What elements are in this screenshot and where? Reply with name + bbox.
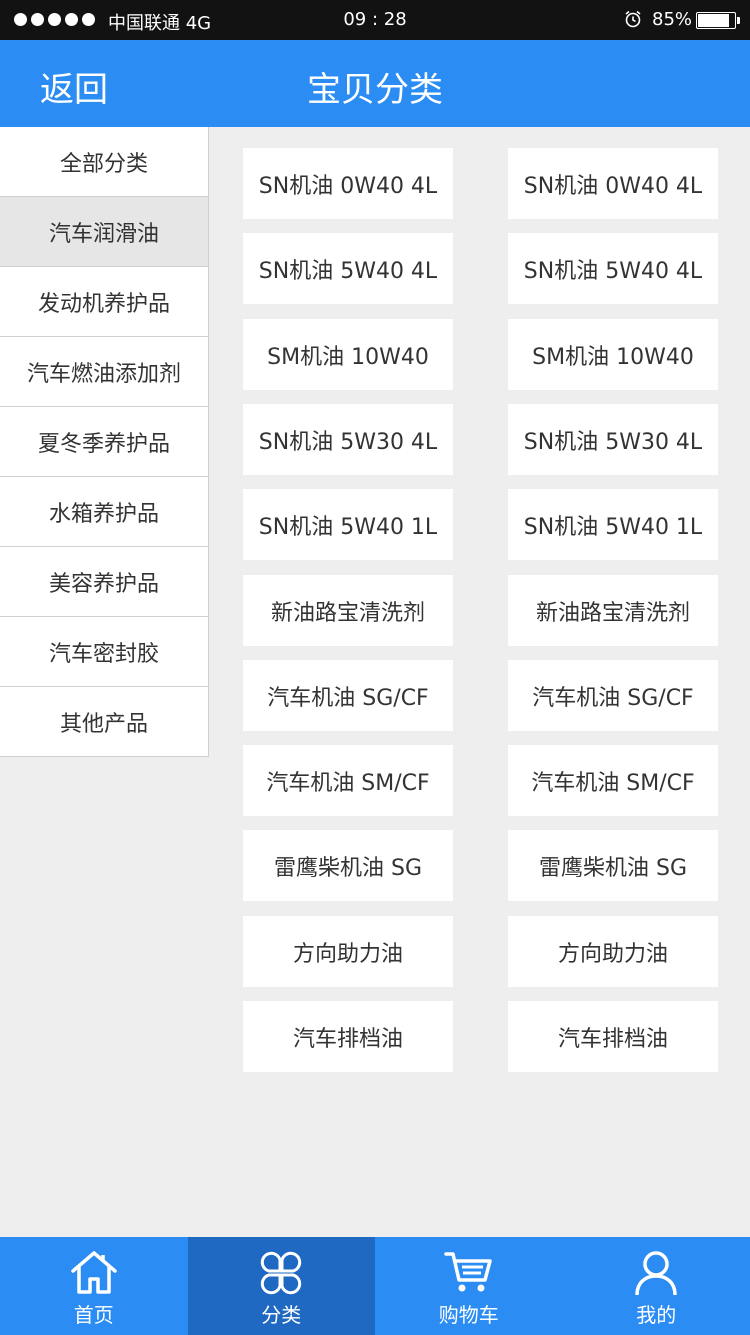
product-button[interactable]: 新油路宝清洗剂 <box>508 575 718 646</box>
battery-percentage: 85% <box>652 9 693 30</box>
category-sidebar: 全部分类 汽车润滑油 发动机养护品 汽车燃油添加剂 夏冬季养护品 水箱养护品 美容养护品 汽车… <box>0 127 209 757</box>
battery-icon <box>696 12 736 29</box>
tab-label: 购物车 <box>438 1303 499 1327</box>
product-button[interactable]: SN机油 5W40 4L <box>243 233 453 304</box>
sidebar-item[interactable]: 美容养护品 <box>0 547 208 617</box>
tab-cart[interactable]: 购物车 <box>375 1237 563 1335</box>
product-button[interactable]: 汽车机油 SM/CF <box>508 745 718 816</box>
product-button[interactable]: SN机油 5W30 4L <box>508 404 718 475</box>
product-button[interactable]: 汽车机油 SG/CF <box>243 660 453 731</box>
tab-label: 分类 <box>261 1303 302 1327</box>
product-button[interactable]: SN机油 0W40 4L <box>508 148 718 219</box>
product-button[interactable]: 雷鹰柴机油 SG <box>508 830 718 901</box>
alarm-icon <box>625 10 641 28</box>
product-button[interactable]: 汽车机油 SM/CF <box>243 745 453 816</box>
product-button[interactable]: SN机油 0W40 4L <box>243 148 453 219</box>
status-bar: 中国联通 4G 09 : 28 85% <box>0 0 750 40</box>
cart-icon <box>444 1252 492 1292</box>
nav-bar: 返回 宝贝分类 <box>0 40 750 127</box>
sidebar-item[interactable]: 汽车密封胶 <box>0 617 208 687</box>
sidebar-item[interactable]: 其他产品 <box>0 687 208 757</box>
product-button[interactable]: 雷鹰柴机油 SG <box>243 830 453 901</box>
product-button[interactable]: 汽车排档油 <box>508 1001 718 1072</box>
product-button[interactable]: 新油路宝清洗剂 <box>243 575 453 646</box>
product-button[interactable]: SN机油 5W40 1L <box>243 489 453 560</box>
tab-label: 我的 <box>636 1303 677 1327</box>
sidebar-item[interactable]: 汽车燃油添加剂 <box>0 337 208 407</box>
product-button[interactable]: SN机油 5W40 1L <box>508 489 718 560</box>
product-button[interactable]: 方向助力油 <box>508 916 718 987</box>
sidebar-item[interactable]: 夏冬季养护品 <box>0 407 208 477</box>
sidebar-item[interactable]: 水箱养护品 <box>0 477 208 547</box>
product-button[interactable]: SN机油 5W30 4L <box>243 404 453 475</box>
product-button[interactable]: 汽车机油 SG/CF <box>508 660 718 731</box>
product-button[interactable]: 汽车排档油 <box>243 1001 453 1072</box>
product-button[interactable]: SM机油 10W40 <box>508 319 718 390</box>
product-button[interactable]: 方向助力油 <box>243 916 453 987</box>
page-title: 宝贝分类 <box>307 70 443 110</box>
tab-profile[interactable]: 我的 <box>563 1237 750 1335</box>
product-button[interactable]: SN机油 5W40 4L <box>508 233 718 304</box>
tab-bar: 首页 分类 购物车 我的 <box>0 1237 750 1335</box>
sidebar-item[interactable]: 发动机养护品 <box>0 267 208 337</box>
home-icon <box>71 1251 117 1294</box>
category-icon <box>261 1251 302 1295</box>
tab-category[interactable]: 分类 <box>187 1237 375 1335</box>
tab-label: 首页 <box>73 1303 114 1327</box>
product-button[interactable]: SM机油 10W40 <box>243 319 453 390</box>
tab-home[interactable]: 首页 <box>0 1237 188 1335</box>
sidebar-item[interactable]: 全部分类 <box>0 127 208 197</box>
sidebar-item[interactable]: 汽车润滑油 <box>0 197 208 267</box>
user-icon <box>635 1251 677 1296</box>
